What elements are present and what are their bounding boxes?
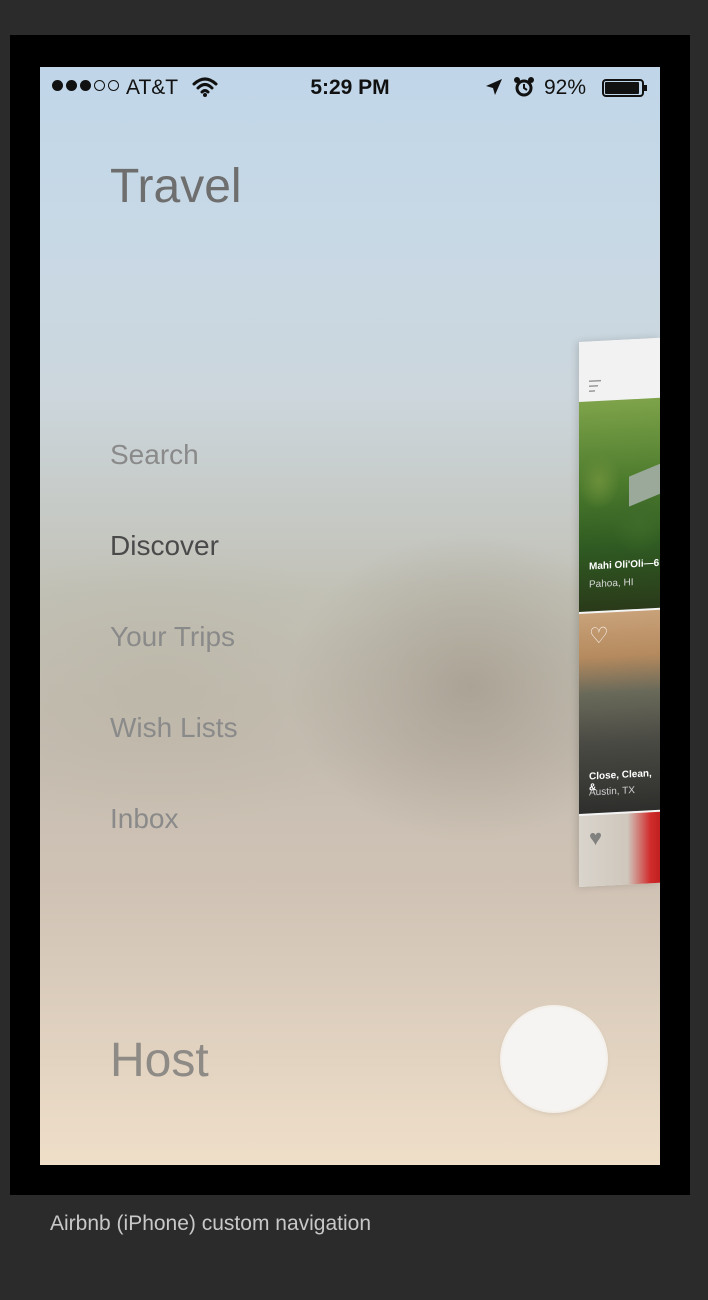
battery-icon (602, 79, 648, 97)
menu-title: Travel (110, 160, 242, 213)
screenshot-caption: Airbnb (iPhone) custom navigation (50, 1212, 372, 1235)
menu-item-your-trips[interactable]: Your Trips (110, 621, 235, 653)
avatar[interactable] (502, 1007, 606, 1111)
location-arrow-icon (484, 77, 504, 103)
host-link[interactable]: Host (110, 1033, 209, 1088)
battery-percent: 92% (544, 76, 587, 99)
listing-location: Pahoa, HI (589, 577, 634, 591)
menu-item-wish-lists[interactable]: Wish Lists (110, 712, 238, 744)
menu-item-search[interactable]: Search (110, 439, 199, 471)
status-bar: AT&T 5:29 PM 92% (40, 67, 660, 107)
heart-icon: ♥ (589, 824, 603, 851)
menu-item-discover[interactable]: Discover (110, 530, 219, 562)
alarm-clock-icon (513, 76, 535, 104)
phone-screen: AT&T 5:29 PM 92% Travel Search Discover … (40, 67, 660, 1165)
menu-item-inbox[interactable]: Inbox (110, 803, 179, 835)
peeking-app-preview[interactable]: Mahi Oli'Oli—6 Pahoa, HI ♡ Close, Clean,… (579, 337, 660, 887)
hamburger-menu-icon (589, 379, 603, 399)
listing-photo-roof (629, 460, 660, 507)
heart-icon: ♡ (589, 622, 609, 649)
